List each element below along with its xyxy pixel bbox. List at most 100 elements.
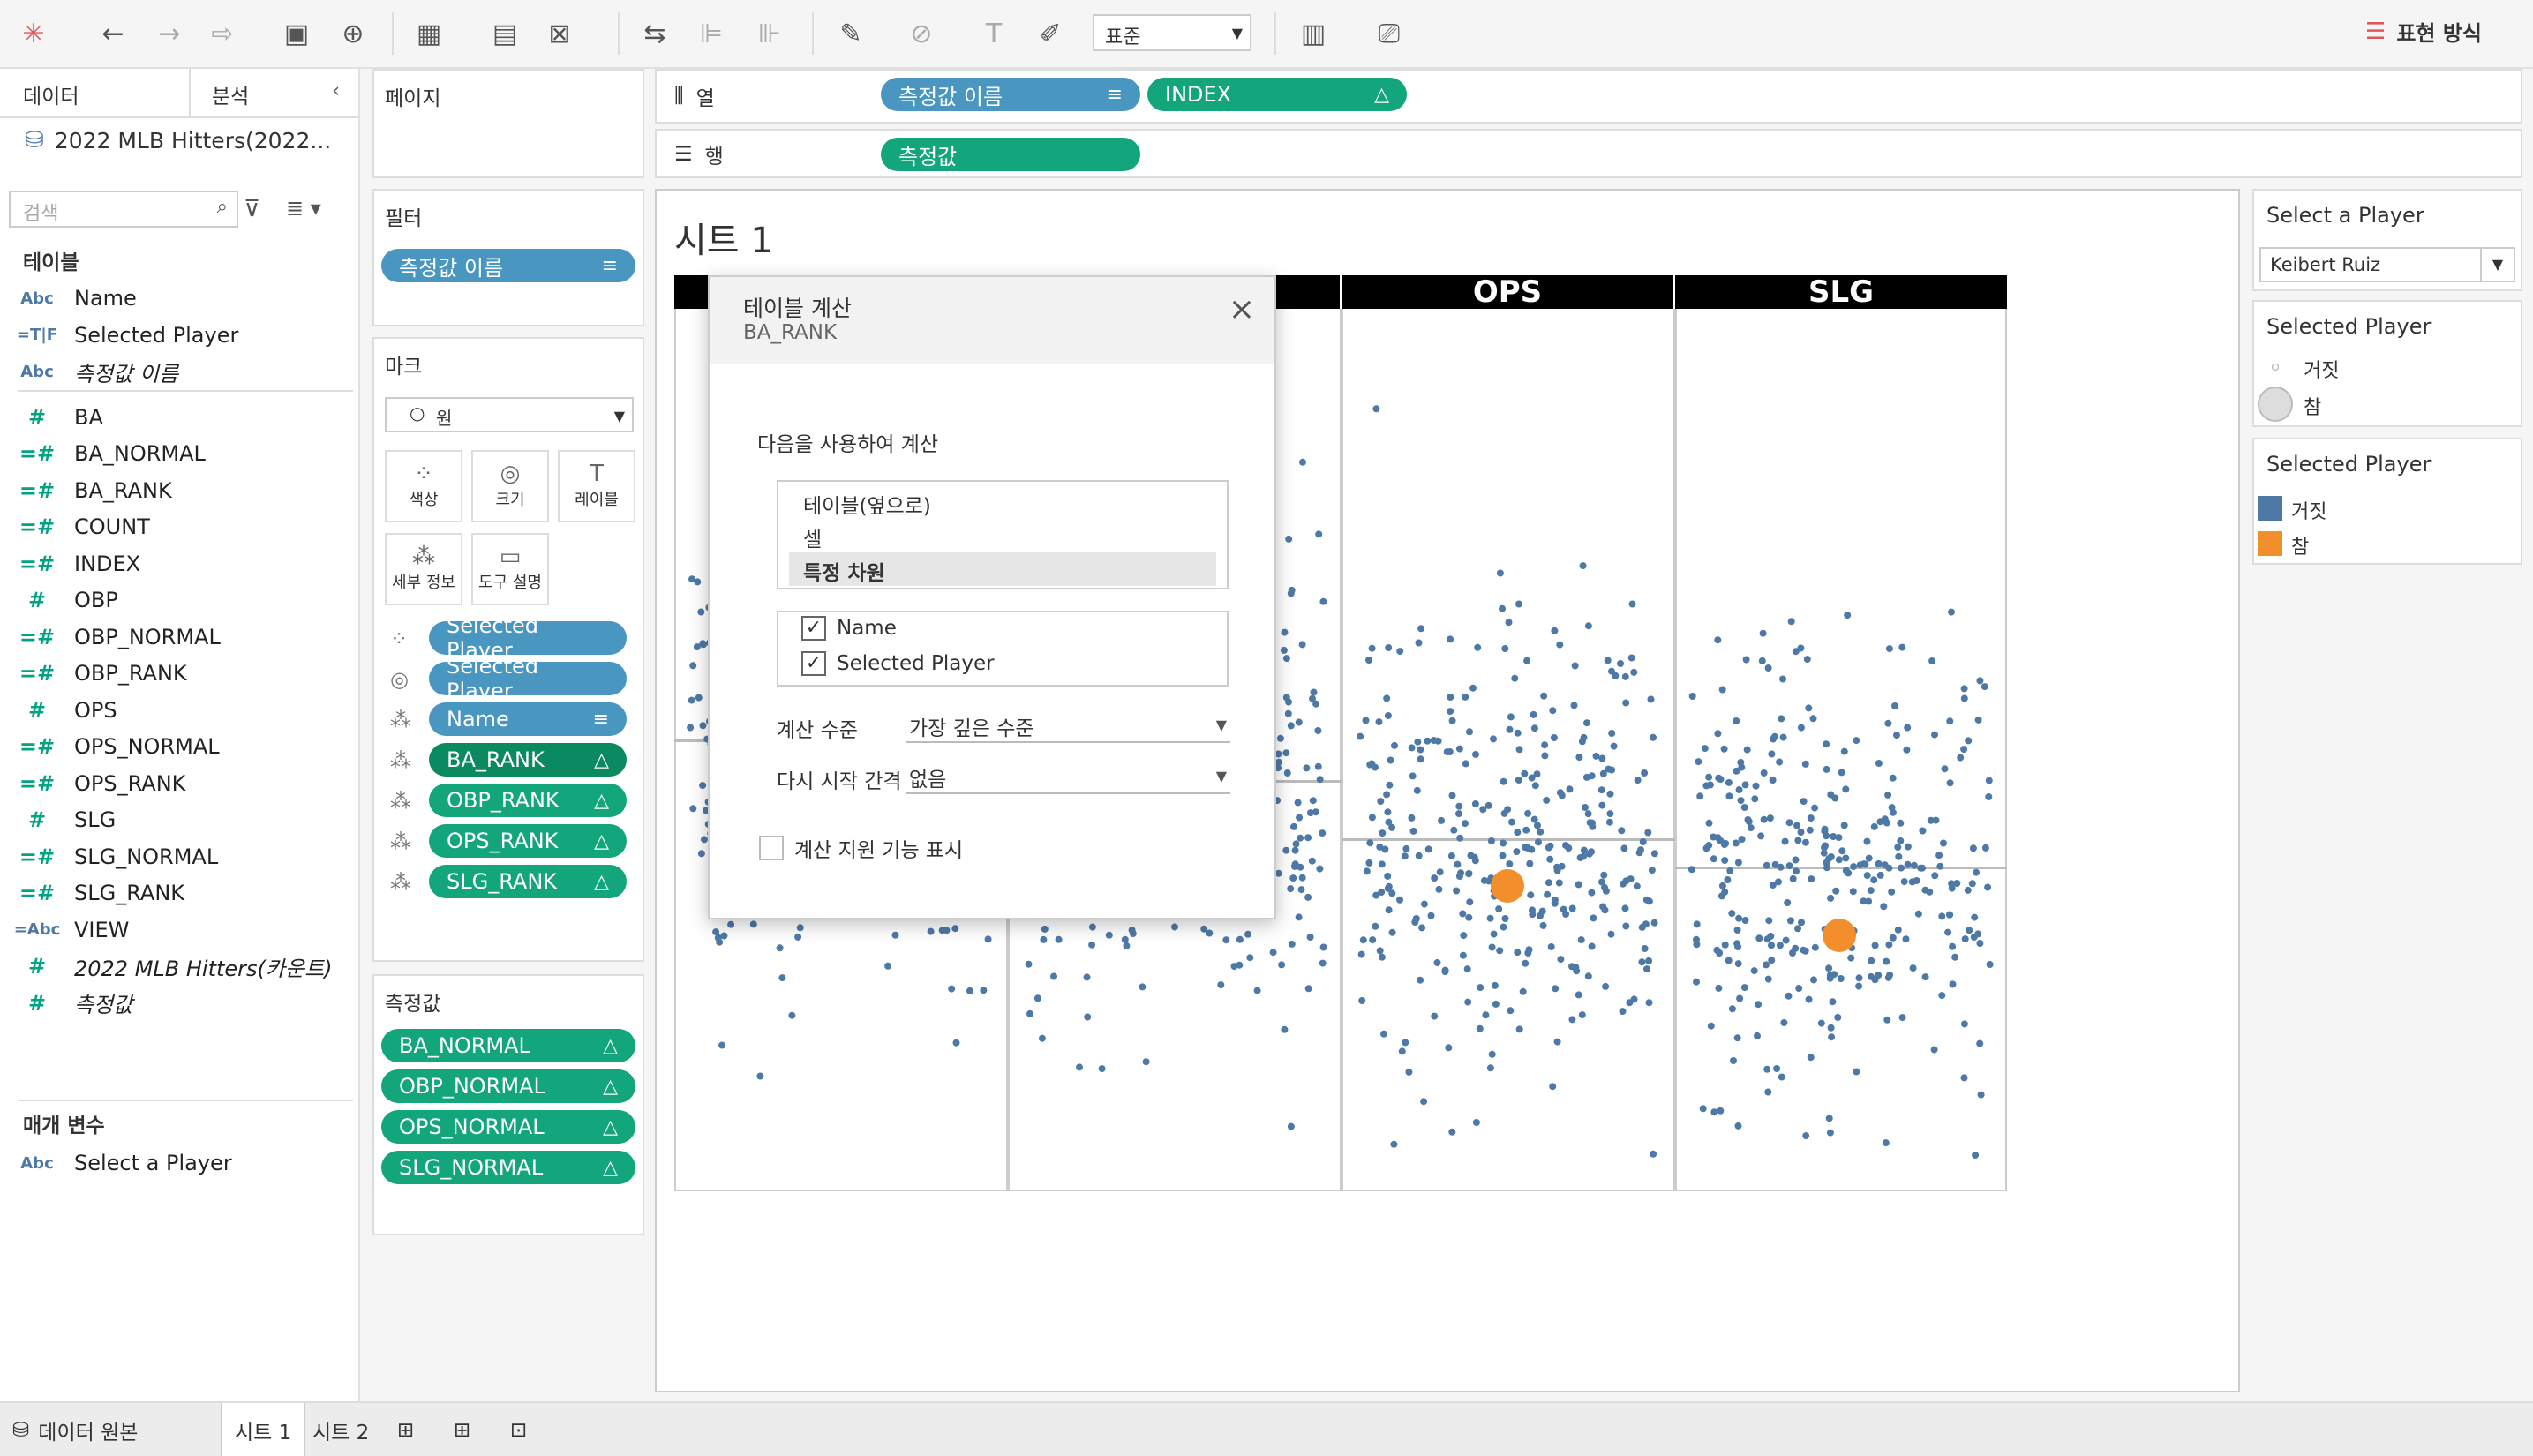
field-item[interactable]: Abc 측정값 이름 — [0, 354, 353, 389]
player-mark[interactable] — [1303, 764, 1311, 772]
player-mark[interactable] — [1741, 781, 1749, 789]
player-mark[interactable] — [1472, 1119, 1480, 1126]
player-mark[interactable] — [1304, 893, 1312, 901]
player-mark[interactable] — [1359, 936, 1367, 944]
player-mark[interactable] — [1299, 458, 1306, 466]
player-mark[interactable] — [1986, 961, 1994, 968]
player-mark[interactable] — [1283, 769, 1291, 777]
player-mark[interactable] — [1572, 964, 1580, 972]
player-mark[interactable] — [1909, 964, 1917, 972]
player-mark[interactable] — [1960, 1074, 1968, 1082]
player-mark[interactable] — [1465, 913, 1473, 921]
player-mark[interactable] — [1551, 627, 1559, 634]
player-mark[interactable] — [1088, 941, 1096, 949]
player-mark[interactable] — [1391, 741, 1398, 749]
player-mark[interactable] — [1720, 745, 1728, 753]
player-mark[interactable] — [1725, 957, 1733, 964]
player-mark[interactable] — [1408, 814, 1416, 822]
mark-type-select[interactable]: ○ 원 ▼ — [385, 397, 634, 432]
player-mark[interactable] — [1105, 931, 1113, 939]
player-mark[interactable] — [1417, 976, 1424, 984]
checkbox-checked-icon[interactable]: ✓ — [801, 651, 826, 676]
player-mark[interactable] — [1409, 827, 1417, 835]
player-mark[interactable] — [1455, 802, 1463, 810]
tab-data[interactable]: 데이터 — [23, 79, 79, 109]
player-mark[interactable] — [718, 1041, 726, 1049]
player-mark[interactable] — [1626, 999, 1634, 1007]
player-mark[interactable] — [1580, 846, 1588, 854]
player-mark[interactable] — [1445, 1044, 1453, 1052]
option-cell[interactable]: 셀 — [789, 519, 1216, 552]
show-assist-row[interactable]: 계산 지원 기능 표시 — [759, 833, 963, 863]
player-mark[interactable] — [1365, 657, 1372, 664]
player-mark[interactable] — [1622, 922, 1630, 930]
player-mark[interactable] — [1496, 569, 1504, 577]
player-mark[interactable] — [1705, 773, 1713, 781]
player-mark[interactable] — [1474, 643, 1482, 651]
player-mark[interactable] — [1294, 799, 1302, 807]
player-mark[interactable] — [1545, 879, 1552, 887]
player-mark[interactable] — [1515, 600, 1522, 608]
player-mark[interactable] — [1898, 643, 1906, 651]
player-mark[interactable] — [1805, 995, 1813, 1003]
player-mark[interactable] — [1315, 530, 1323, 538]
player-mark[interactable] — [1584, 810, 1592, 818]
player-mark[interactable] — [1455, 810, 1462, 818]
player-mark[interactable] — [1588, 942, 1596, 950]
player-mark[interactable] — [1714, 636, 1722, 644]
player-mark[interactable] — [1904, 860, 1912, 868]
player-mark[interactable] — [1747, 824, 1755, 832]
player-mark[interactable] — [1402, 844, 1410, 852]
player-mark[interactable] — [1897, 837, 1905, 844]
player-mark[interactable] — [1309, 797, 1317, 805]
player-mark[interactable] — [1834, 1014, 1842, 1021]
show-cards-icon[interactable]: ▥ — [1296, 16, 1331, 51]
player-mark[interactable] — [1650, 733, 1657, 741]
player-mark[interactable] — [1850, 863, 1858, 871]
player-mark[interactable] — [1253, 987, 1261, 994]
player-mark[interactable] — [1505, 619, 1513, 627]
player-mark[interactable] — [1802, 1132, 1810, 1140]
color-swatch-false[interactable] — [2258, 496, 2282, 521]
player-mark[interactable] — [1832, 887, 1840, 895]
player-mark[interactable] — [1362, 717, 1370, 724]
player-mark[interactable] — [1876, 871, 1884, 879]
player-mark[interactable] — [1750, 967, 1758, 975]
tab-sheet-2[interactable]: 시트 2 — [300, 1403, 381, 1456]
player-mark[interactable] — [1420, 900, 1428, 908]
player-mark[interactable] — [1562, 911, 1570, 918]
measure-value-pill[interactable]: SLG_NORMAL △ — [381, 1151, 635, 1184]
player-mark[interactable] — [1627, 875, 1635, 883]
player-mark[interactable] — [1297, 863, 1304, 871]
player-mark[interactable] — [1383, 791, 1391, 799]
mark-pill[interactable]: OBP_RANK △ — [429, 784, 627, 817]
player-mark[interactable] — [1785, 862, 1793, 870]
player-mark[interactable] — [1580, 733, 1588, 741]
player-mark[interactable] — [1530, 710, 1537, 718]
player-mark[interactable] — [1547, 943, 1555, 950]
player-mark[interactable] — [1828, 1033, 1836, 1041]
player-mark[interactable] — [1504, 806, 1512, 814]
player-mark[interactable] — [1736, 994, 1744, 1002]
tooltip-button[interactable]: ▭ 도구 설명 — [471, 533, 549, 605]
player-mark[interactable] — [1881, 815, 1889, 823]
player-mark[interactable] — [1287, 722, 1295, 730]
player-mark[interactable] — [1050, 972, 1057, 980]
player-mark[interactable] — [1487, 837, 1495, 844]
player-mark[interactable] — [1584, 622, 1592, 630]
player-mark[interactable] — [1861, 860, 1869, 868]
presentation-icon[interactable]: ⎚ — [1372, 16, 1407, 51]
player-mark[interactable] — [1529, 911, 1537, 919]
player-mark[interactable] — [1919, 827, 1927, 835]
player-mark[interactable] — [1960, 1020, 1968, 1028]
player-mark[interactable] — [984, 935, 992, 943]
player-mark[interactable] — [1522, 826, 1530, 834]
player-mark[interactable] — [697, 850, 705, 858]
player-mark[interactable] — [1459, 951, 1467, 959]
new-story-icon[interactable]: ⊡ — [498, 1403, 539, 1456]
player-mark[interactable] — [1868, 957, 1875, 964]
player-mark[interactable] — [1462, 693, 1469, 701]
player-mark[interactable] — [1384, 808, 1392, 816]
player-mark[interactable] — [1938, 992, 1946, 1000]
player-mark[interactable] — [1038, 1034, 1046, 1042]
